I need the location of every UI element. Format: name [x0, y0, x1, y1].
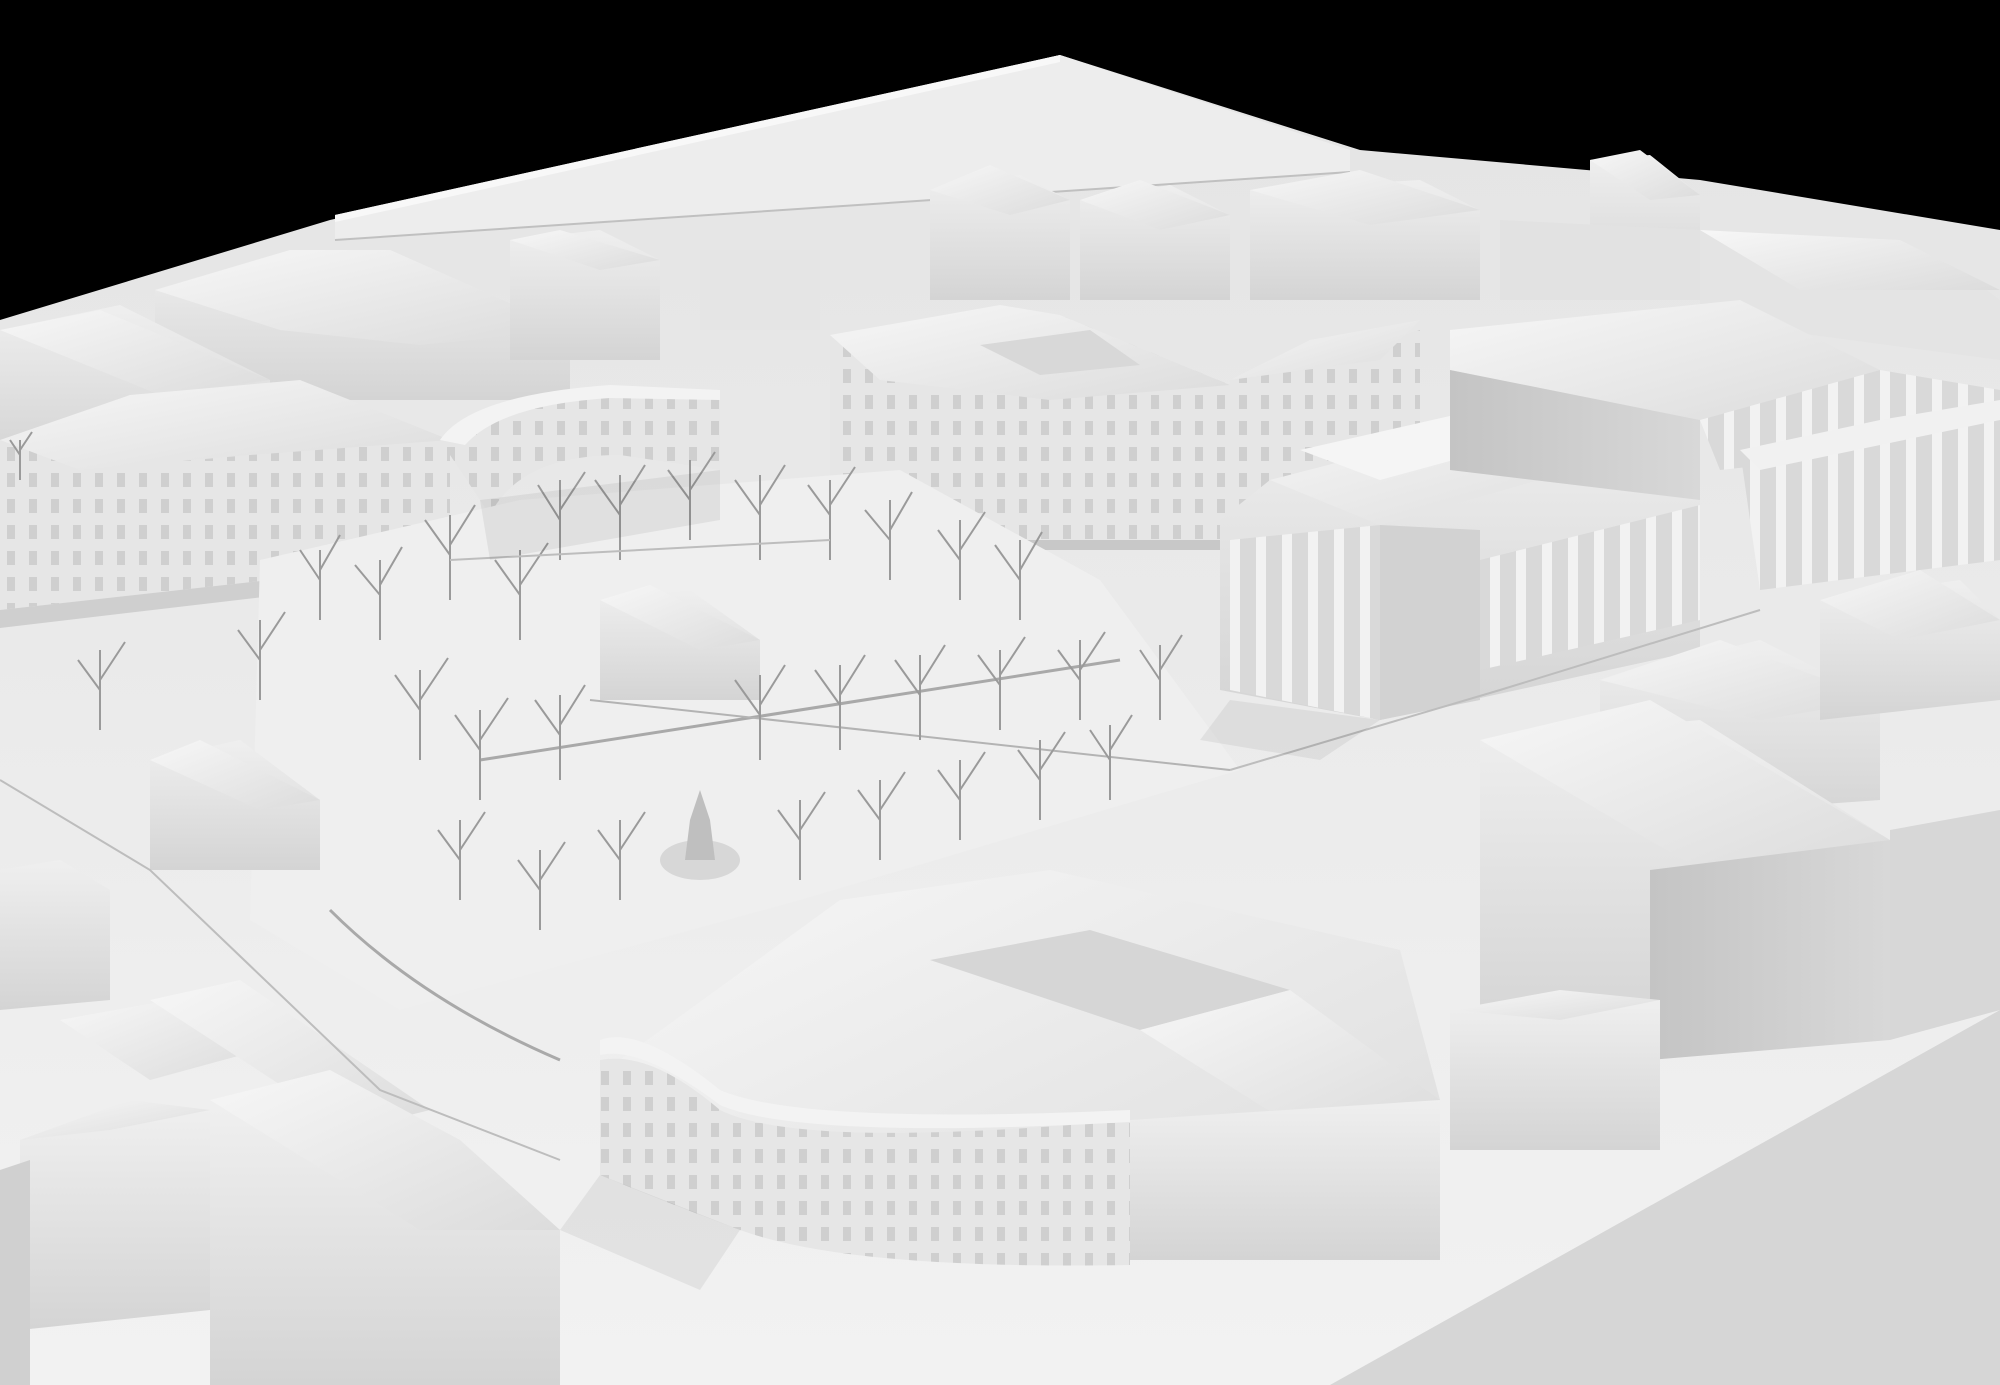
architectural-model-scene [0, 0, 2000, 1385]
